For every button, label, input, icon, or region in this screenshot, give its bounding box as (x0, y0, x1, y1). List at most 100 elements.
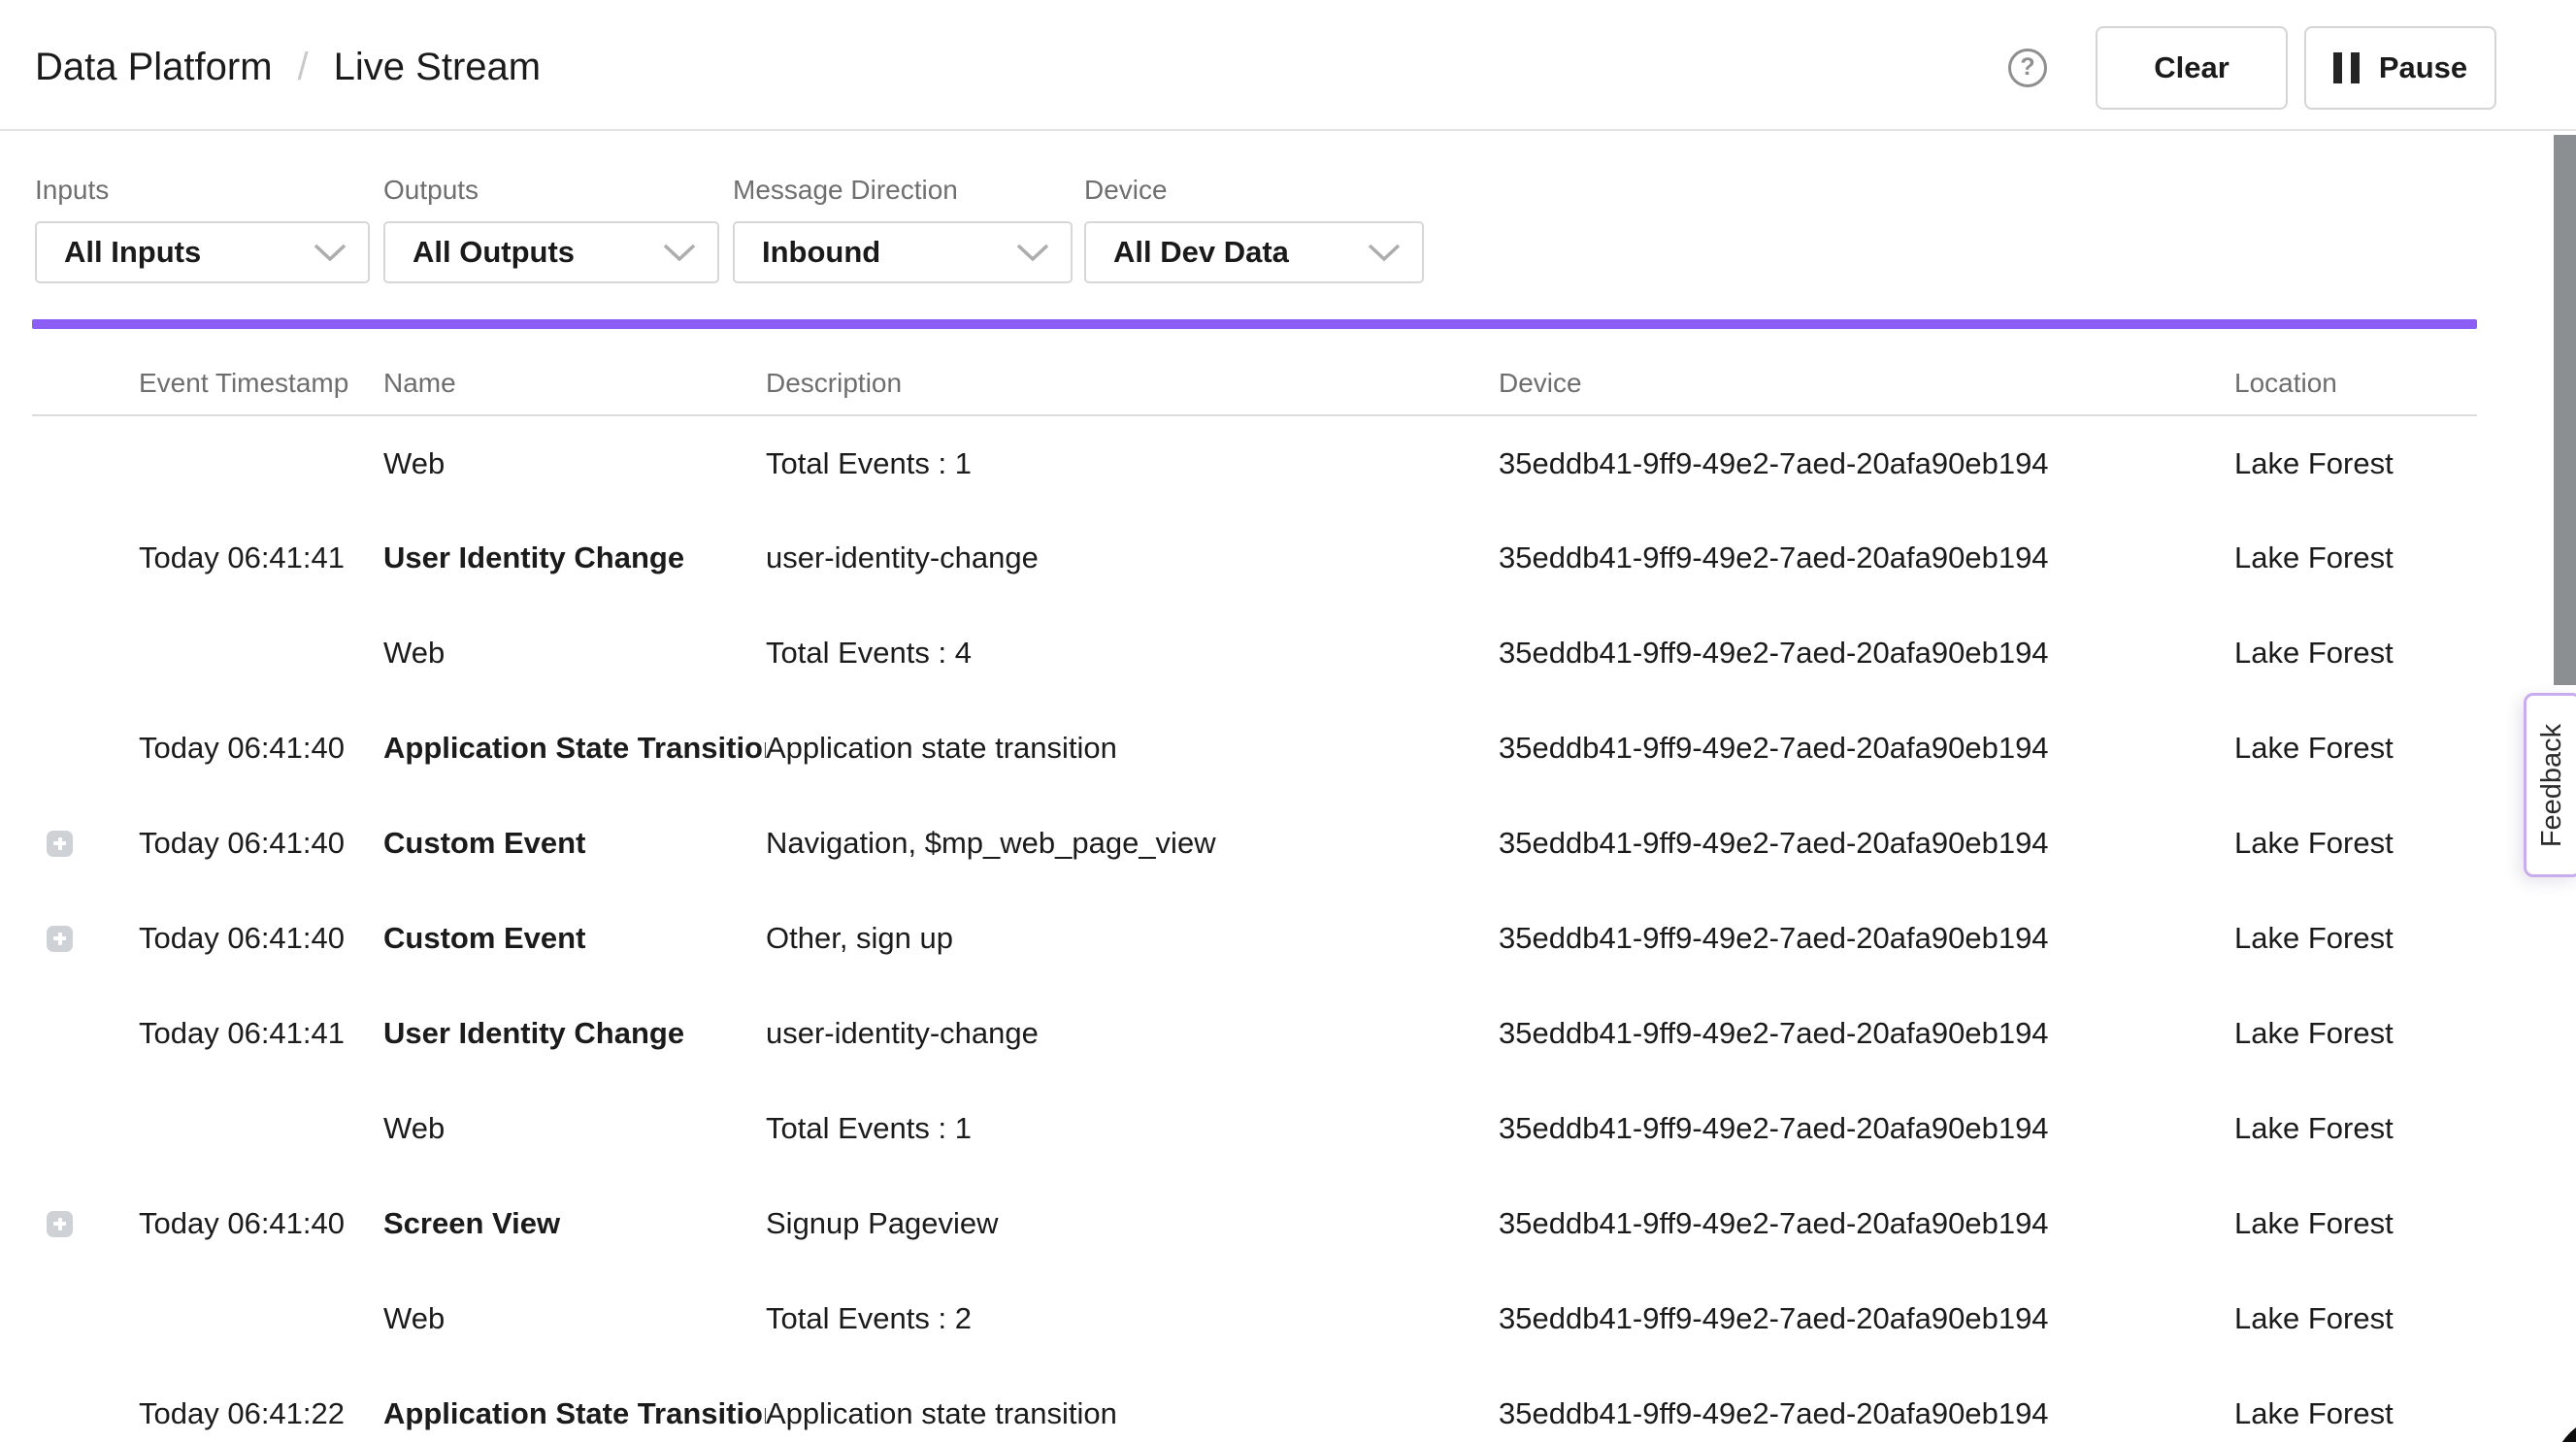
outputs-dropdown[interactable]: All Outputs (383, 221, 719, 283)
chat-bubble-icon[interactable] (2553, 1416, 2576, 1442)
filter-message-direction-label: Message Direction (733, 174, 1073, 207)
cell-location: Lake Forest (2234, 1081, 2477, 1176)
column-description: Description (766, 329, 1499, 415)
column-expand (32, 329, 139, 415)
cell-location: Lake Forest (2234, 1176, 2477, 1271)
chevron-down-icon (1016, 243, 1049, 262)
cell-expand (32, 1081, 139, 1176)
breadcrumb: Data Platform / Live Stream (35, 46, 541, 89)
inputs-dropdown[interactable]: All Inputs (35, 221, 370, 283)
cell-description: Signup Pageview (766, 1176, 1499, 1271)
cell-device: 35eddb41-9ff9-49e2-7aed-20afa90eb194 (1499, 891, 2234, 986)
filter-outputs: Outputs All Outputs (383, 174, 719, 283)
expand-row-icon[interactable] (47, 1211, 73, 1237)
cell-event-timestamp (139, 1081, 383, 1176)
filter-device-label: Device (1084, 174, 1424, 207)
cell-name: Application State Transition (383, 1366, 766, 1442)
help-icon[interactable]: ? (2008, 49, 2047, 87)
table-row[interactable]: Web Total Events : 1 35eddb41-9ff9-49e2-… (32, 1081, 2477, 1176)
cell-device: 35eddb41-9ff9-49e2-7aed-20afa90eb194 (1499, 510, 2234, 606)
table-row[interactable]: Today 06:41:40 Application State Transit… (32, 701, 2477, 796)
message-direction-dropdown-value: Inbound (762, 235, 880, 270)
cell-device: 35eddb41-9ff9-49e2-7aed-20afa90eb194 (1499, 606, 2234, 701)
cell-event-timestamp: Today 06:41:40 (139, 1176, 383, 1271)
cell-device: 35eddb41-9ff9-49e2-7aed-20afa90eb194 (1499, 1081, 2234, 1176)
filter-inputs-label: Inputs (35, 174, 370, 207)
cell-location: Lake Forest (2234, 796, 2477, 891)
table-row[interactable]: Today 06:41:41 User Identity Change user… (32, 510, 2477, 606)
cell-location: Lake Forest (2234, 891, 2477, 986)
cell-location: Lake Forest (2234, 1271, 2477, 1366)
cell-description: user-identity-change (766, 986, 1499, 1081)
cell-description: user-identity-change (766, 510, 1499, 606)
pause-icon (2333, 52, 2360, 83)
page-title: Live Stream (334, 46, 541, 89)
clear-button[interactable]: Clear (2096, 26, 2288, 110)
live-stream-page: Data Platform / Live Stream ? Clear Paus… (0, 0, 2576, 1442)
cell-description: Other, sign up (766, 891, 1499, 986)
cell-name: Application State Transition (383, 701, 766, 796)
table-row[interactable]: Today 06:41:40 Screen View Signup Pagevi… (32, 1176, 2477, 1271)
pause-button[interactable]: Pause (2304, 26, 2496, 110)
header-actions: ? Clear Pause (2008, 26, 2496, 110)
cell-description: Application state transition (766, 1366, 1499, 1442)
inputs-dropdown-value: All Inputs (64, 235, 201, 270)
cell-event-timestamp (139, 415, 383, 510)
cell-name: User Identity Change (383, 986, 766, 1081)
cell-event-timestamp: Today 06:41:22 (139, 1366, 383, 1442)
feedback-tab-label: Feedback (2537, 723, 2569, 846)
table-row[interactable]: Web Total Events : 2 35eddb41-9ff9-49e2-… (32, 1271, 2477, 1366)
breadcrumb-separator: / (298, 46, 309, 89)
cell-name: Custom Event (383, 891, 766, 986)
cell-expand (32, 986, 139, 1081)
cell-device: 35eddb41-9ff9-49e2-7aed-20afa90eb194 (1499, 1271, 2234, 1366)
cell-event-timestamp: Today 06:41:40 (139, 891, 383, 986)
cell-device: 35eddb41-9ff9-49e2-7aed-20afa90eb194 (1499, 701, 2234, 796)
cell-name: Web (383, 1271, 766, 1366)
table-row[interactable]: Today 06:41:22 Application State Transit… (32, 1366, 2477, 1442)
cell-location: Lake Forest (2234, 701, 2477, 796)
chevron-down-icon (314, 243, 347, 262)
live-stream-accent-bar (32, 319, 2477, 329)
cell-location: Lake Forest (2234, 1366, 2477, 1442)
events-table: Event Timestamp Name Description Device … (32, 329, 2477, 1442)
filter-device: Device All Dev Data (1084, 174, 1424, 283)
filter-outputs-label: Outputs (383, 174, 719, 207)
cell-device: 35eddb41-9ff9-49e2-7aed-20afa90eb194 (1499, 796, 2234, 891)
cell-name: Web (383, 415, 766, 510)
chevron-down-icon (663, 243, 696, 262)
expand-row-icon[interactable] (47, 926, 73, 952)
column-location: Location (2234, 329, 2477, 415)
table-row[interactable]: Web Total Events : 4 35eddb41-9ff9-49e2-… (32, 606, 2477, 701)
column-event-timestamp: Event Timestamp (139, 329, 383, 415)
cell-expand (32, 510, 139, 606)
column-name: Name (383, 329, 766, 415)
table-row[interactable]: Today 06:41:40 Custom Event Other, sign … (32, 891, 2477, 986)
cell-expand (32, 701, 139, 796)
cell-name: Custom Event (383, 796, 766, 891)
cell-expand (32, 891, 139, 986)
cell-expand (32, 796, 139, 891)
breadcrumb-section[interactable]: Data Platform (35, 46, 273, 89)
device-dropdown[interactable]: All Dev Data (1084, 221, 1424, 283)
cell-device: 35eddb41-9ff9-49e2-7aed-20afa90eb194 (1499, 986, 2234, 1081)
pause-button-label: Pause (2379, 50, 2467, 85)
cell-name: Web (383, 1081, 766, 1176)
table-row[interactable]: Today 06:41:40 Custom Event Navigation, … (32, 796, 2477, 891)
vertical-scrollbar-thumb[interactable] (2554, 135, 2576, 685)
cell-event-timestamp: Today 06:41:41 (139, 986, 383, 1081)
cell-name: Web (383, 606, 766, 701)
table-row[interactable]: Today 06:41:41 User Identity Change user… (32, 986, 2477, 1081)
cell-event-timestamp: Today 06:41:40 (139, 701, 383, 796)
message-direction-dropdown[interactable]: Inbound (733, 221, 1073, 283)
table-row[interactable]: Web Total Events : 1 35eddb41-9ff9-49e2-… (32, 415, 2477, 510)
feedback-tab[interactable]: Feedback (2524, 693, 2576, 877)
cell-location: Lake Forest (2234, 415, 2477, 510)
cell-device: 35eddb41-9ff9-49e2-7aed-20afa90eb194 (1499, 1366, 2234, 1442)
cell-event-timestamp (139, 606, 383, 701)
chevron-down-icon (1368, 243, 1401, 262)
cell-location: Lake Forest (2234, 606, 2477, 701)
cell-name: User Identity Change (383, 510, 766, 606)
expand-row-icon[interactable] (47, 831, 73, 857)
filter-inputs: Inputs All Inputs (35, 174, 370, 283)
